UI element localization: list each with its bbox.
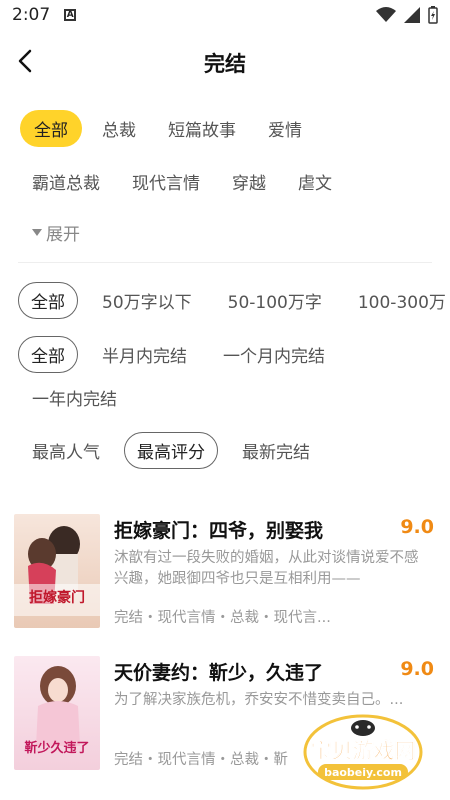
triangle-down-icon <box>32 228 42 236</box>
signal-icon <box>404 7 420 23</box>
divider <box>18 262 432 263</box>
book-score: 9.0 <box>400 658 434 680</box>
category-domineering-ceo[interactable]: 霸道总裁 <box>32 169 100 194</box>
category-time-travel[interactable]: 穿越 <box>232 169 266 194</box>
book-description: 沐歆有过一段失败的婚姻，从此对谈情说爱不感兴趣，她跟御四爷也只是互相利用—— <box>114 550 419 587</box>
category-ceo[interactable]: 总裁 <box>102 116 136 141</box>
word-count-under-50w[interactable]: 50万字以下 <box>102 288 192 313</box>
category-all[interactable]: 全部 <box>20 110 82 147</box>
status-icons <box>376 6 438 24</box>
book-score: 9.0 <box>400 516 434 538</box>
sort-latest[interactable]: 最新完结 <box>242 438 310 463</box>
book-cover: 拒嫁豪门 <box>14 514 100 628</box>
book-tags: 完结・现代言情・总裁・靳 <box>114 752 288 768</box>
watermark-text: 宝贝游戏网 <box>311 739 416 763</box>
notification-icon: A <box>64 9 77 21</box>
expand-button[interactable]: 展开 <box>32 220 80 245</box>
category-romance[interactable]: 爱情 <box>268 116 302 141</box>
cover-title-text: 拒嫁豪门 <box>29 589 85 606</box>
watermark-url: baobeiy.com <box>324 766 402 779</box>
category-row-1: 全部 总裁 短篇故事 爱情 <box>20 110 302 147</box>
book-cover-image: 靳少久违了 <box>14 656 100 770</box>
status-bar: 2:07 A <box>0 0 450 30</box>
sort-popularity[interactable]: 最高人气 <box>32 438 100 463</box>
word-count-all[interactable]: 全部 <box>18 282 78 319</box>
category-modern-romance[interactable]: 现代言情 <box>132 169 200 194</box>
header: 完结 <box>0 36 450 88</box>
book-tags: 完结・现代言情・总裁・现代言... <box>114 610 331 626</box>
finish-time-filter-row2: 一年内完结 <box>32 385 117 410</box>
word-count-100-300w[interactable]: 100-300万 <box>358 288 446 313</box>
sort-rating[interactable]: 最高评分 <box>124 432 218 469</box>
finish-time-one-year[interactable]: 一年内完结 <box>32 385 117 410</box>
book-title: 拒嫁豪门：四爷，别娶我 <box>114 520 324 542</box>
category-row-2: 霸道总裁 现代言情 穿越 虐文 <box>32 169 332 194</box>
book-description: 为了解决家族危机，乔安安不惜变卖自己。... <box>114 692 404 708</box>
book-cover-image: 拒嫁豪门 <box>14 514 100 628</box>
page-title: 完结 <box>204 52 246 76</box>
book-title: 天价妻约：靳少，久违了 <box>114 662 324 684</box>
status-time: 2:07 <box>12 5 51 25</box>
category-angst[interactable]: 虐文 <box>298 169 332 194</box>
word-count-50-100w[interactable]: 50-100万字 <box>228 288 322 313</box>
battery-icon <box>428 6 438 24</box>
finish-time-filter: 全部 半月内完结 一个月内完结 <box>18 336 325 373</box>
wifi-icon <box>376 7 396 22</box>
finish-time-half-month[interactable]: 半月内完结 <box>102 342 187 367</box>
book-item[interactable]: 拒嫁豪门 拒嫁豪门：四爷，别娶我 9.0 沐歆有过一段失败的婚姻，从此对谈情说爱… <box>0 514 450 644</box>
word-count-filter: 全部 50万字以下 50-100万字 100-300万 <box>18 282 450 319</box>
expand-label: 展开 <box>46 225 80 245</box>
sort-filter: 最高人气 最高评分 最新完结 <box>32 432 310 469</box>
cover-title-text: 靳少久违了 <box>24 740 89 756</box>
category-short-story[interactable]: 短篇故事 <box>168 116 236 141</box>
book-cover: 靳少久违了 <box>14 656 100 770</box>
finish-time-all[interactable]: 全部 <box>18 336 78 373</box>
finish-time-one-month[interactable]: 一个月内完结 <box>223 342 325 367</box>
watermark-logo: 宝贝游戏网 baobeiy.com <box>278 712 428 792</box>
watermark-image: 宝贝游戏网 baobeiy.com <box>303 714 423 790</box>
